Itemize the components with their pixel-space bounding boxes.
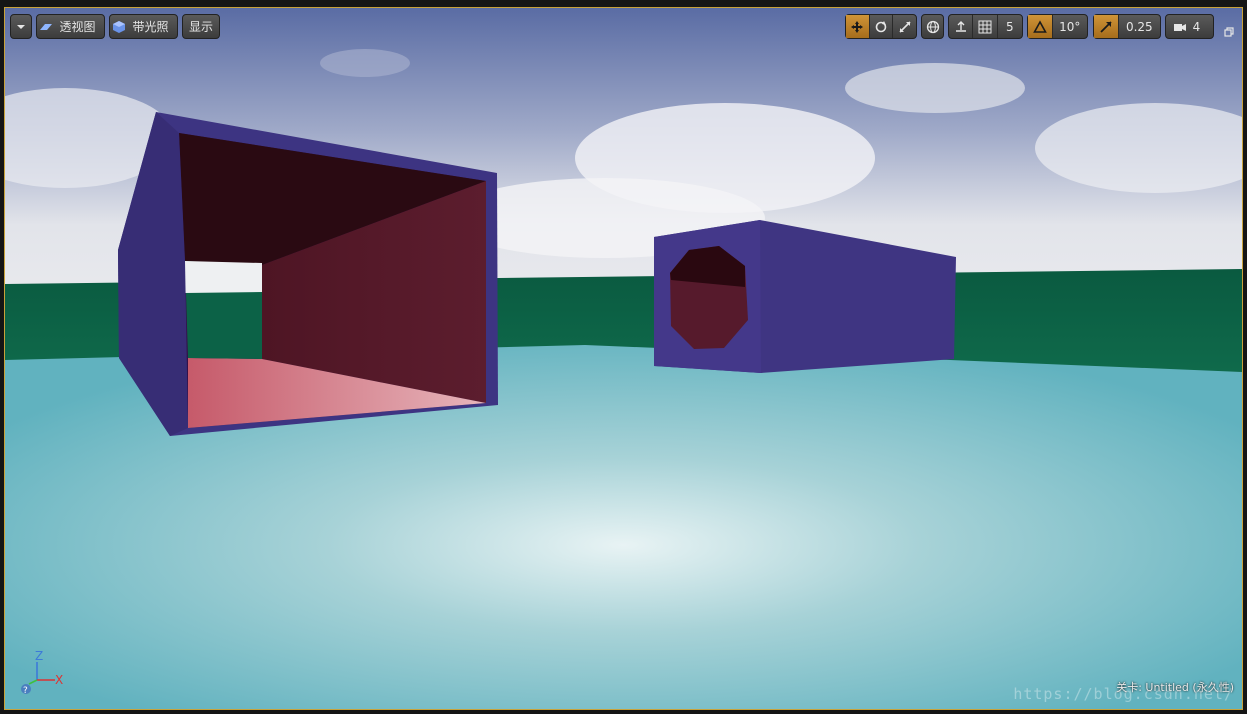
grid-snap-value[interactable]: 5: [996, 15, 1022, 38]
restore-window-icon: [1224, 27, 1234, 37]
scale-snap-group: 0.25: [1093, 14, 1161, 39]
lighting-mode-button[interactable]: 带光照: [109, 14, 178, 39]
scale-snap-icon: [1100, 20, 1112, 33]
grid-snap-group: 5: [948, 14, 1023, 39]
rotate-icon: [875, 20, 887, 32]
view-mode-button[interactable]: 透视图: [36, 14, 105, 39]
rotate-tool-button[interactable]: [868, 15, 893, 38]
surface-snap-button[interactable]: [949, 15, 972, 38]
maximize-viewport-button[interactable]: [1224, 22, 1234, 37]
axis-gizmo: Z X ?: [21, 649, 63, 696]
editor-frame: 透视图 带光照 显示 5 10° 0.25 4 Z X ? https://bl…: [0, 0, 1247, 714]
scale-icon: [899, 20, 911, 33]
rotation-snap-value-label: 10°: [1059, 19, 1081, 34]
level-name-label: 关卡: Untitled (永久性): [1116, 681, 1234, 694]
lighting-mode-label: 带光照: [132, 20, 169, 34]
show-flags-button[interactable]: 显示: [182, 14, 220, 39]
rotation-snap-toggle[interactable]: [1028, 15, 1052, 38]
level-viewport[interactable]: 透视图 带光照 显示 5 10° 0.25 4 Z X ? https://bl…: [4, 7, 1243, 710]
move-arrows-icon: [851, 20, 864, 33]
translate-tool-button[interactable]: [846, 15, 869, 38]
scale-tool-button[interactable]: [892, 15, 916, 38]
y-axis-line: [28, 679, 38, 685]
perspective-icon: [40, 23, 53, 30]
grid-snap-value-label: 5: [1006, 19, 1014, 34]
transform-tools-group: [845, 14, 917, 39]
scale-snap-toggle[interactable]: [1094, 15, 1118, 38]
viewport-scene[interactable]: [5, 8, 1242, 709]
z-axis-label: Z: [35, 649, 43, 663]
lit-cube-icon: [113, 20, 126, 33]
camera-speed-button[interactable]: 4: [1165, 14, 1214, 39]
x-axis-label: X: [55, 673, 63, 687]
rotation-snap-group: 10°: [1027, 14, 1088, 39]
angle-icon: [1032, 19, 1047, 33]
rotation-snap-value[interactable]: 10°: [1051, 15, 1087, 38]
show-flags-label: 显示: [188, 20, 213, 34]
camera-icon: [1173, 23, 1186, 31]
grid-snap-toggle[interactable]: [972, 15, 996, 38]
camera-speed-value: 4: [1192, 19, 1201, 34]
globe-icon: [926, 20, 939, 33]
surface-snap-icon: [955, 20, 966, 32]
viewport-options-button[interactable]: [10, 14, 32, 39]
scale-snap-value-label: 0.25: [1125, 19, 1153, 34]
chevron-down-icon: [17, 24, 25, 29]
scale-snap-value[interactable]: 0.25: [1117, 15, 1160, 38]
grid-icon: [978, 20, 992, 33]
world-local-toggle[interactable]: [921, 14, 944, 39]
view-mode-label: 透视图: [59, 20, 96, 34]
help-label: ?: [23, 686, 28, 696]
